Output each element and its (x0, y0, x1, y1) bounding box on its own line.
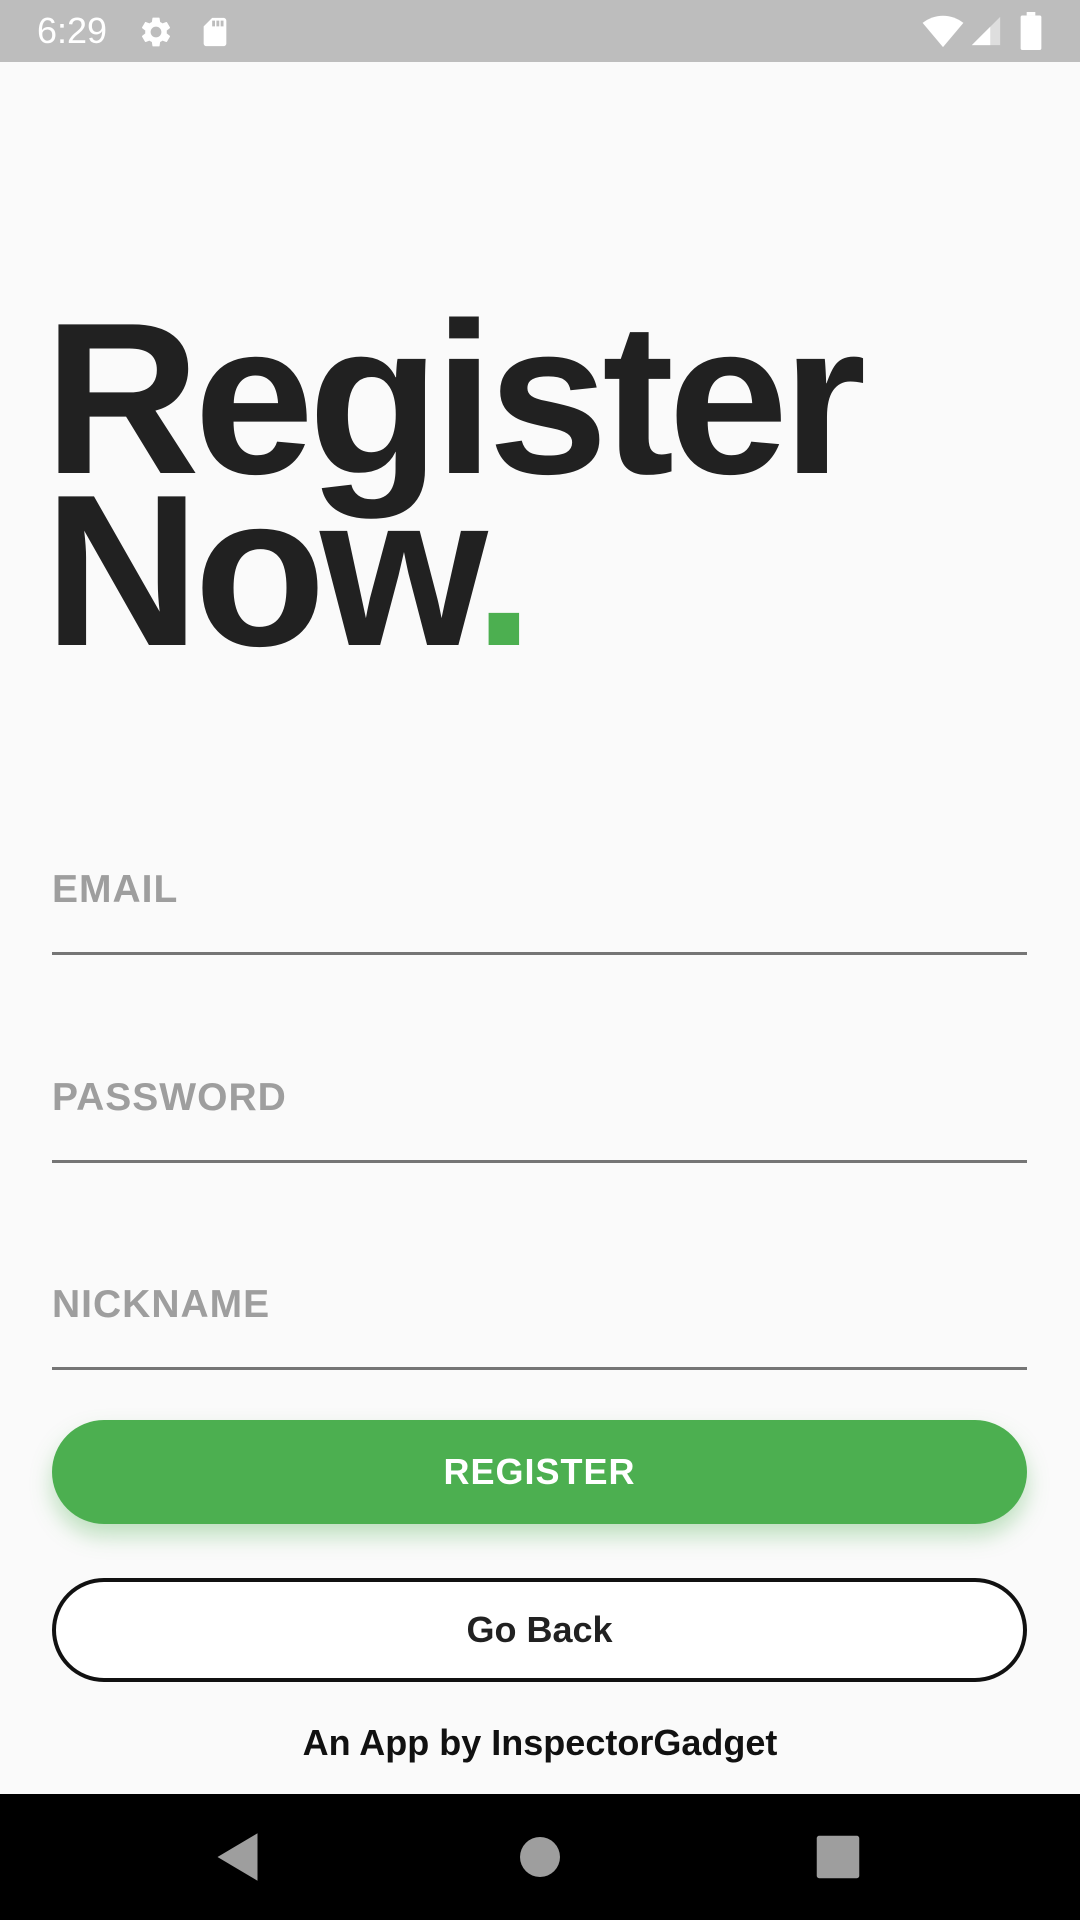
password-field-container (52, 1050, 1027, 1163)
back-icon[interactable] (210, 1827, 270, 1887)
go-back-button[interactable]: Go Back (52, 1578, 1027, 1682)
home-icon[interactable] (510, 1827, 570, 1887)
sd-card-icon (198, 14, 232, 55)
page-title: Register Now. (44, 290, 866, 678)
title-accent-dot: . (473, 449, 534, 691)
register-screen: 6:29 Register Now. EMAIL NICKNAME REGIST… (0, 0, 1080, 1920)
signal-icon (968, 14, 1004, 53)
nickname-field-container (52, 1257, 1027, 1370)
battery-icon (1020, 12, 1042, 55)
footer-credit: An App by InspectorGadget (302, 1722, 778, 1763)
recents-icon[interactable] (808, 1827, 868, 1887)
navigation-bar (0, 1794, 1080, 1920)
status-bar: 6:29 (0, 0, 1080, 62)
status-time: 6:29 (37, 10, 108, 51)
email-field-container (52, 842, 1027, 955)
title-line-2-text: Now (44, 449, 480, 691)
wifi-icon (922, 14, 964, 53)
email-field[interactable] (52, 868, 1027, 912)
register-button[interactable]: REGISTER (52, 1420, 1027, 1524)
gear-icon (138, 14, 174, 55)
password-field[interactable] (52, 1076, 1027, 1120)
nickname-field[interactable] (52, 1283, 1027, 1327)
